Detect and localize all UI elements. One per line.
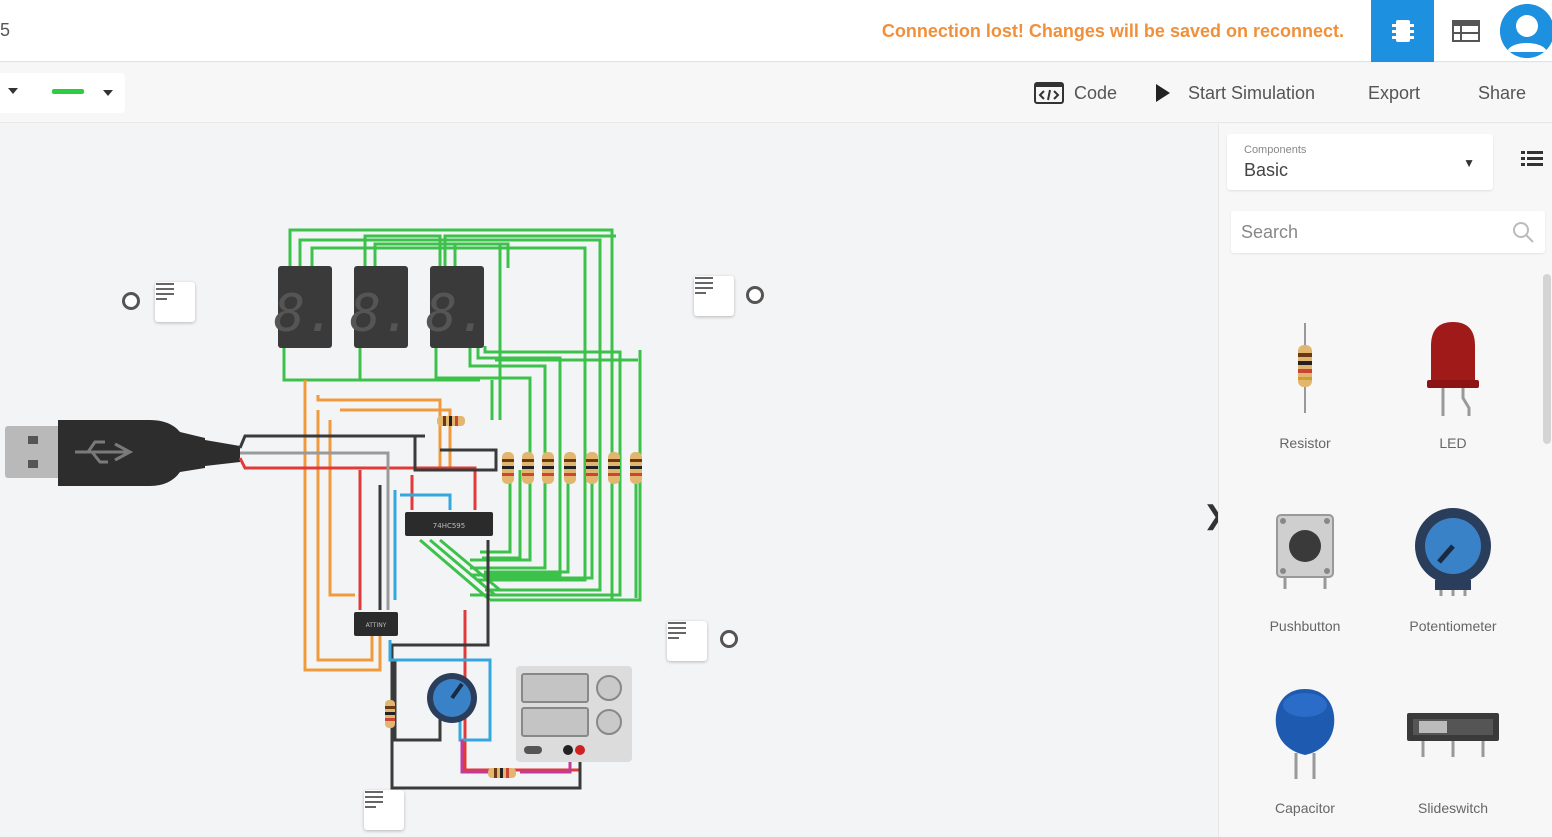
microcontroller-chip[interactable]: ATTINY [354,612,398,636]
code-button-label: Code [1074,82,1118,103]
seven-segment-display-1[interactable]: 8. [274,266,337,348]
component-search[interactable] [1231,211,1545,253]
chevron-down-icon: ▼ [1463,156,1475,170]
user-avatar[interactable] [1500,4,1552,58]
component-label: Capacitor [1275,800,1335,816]
power-module[interactable] [516,666,632,762]
schematic-table-icon [1452,20,1480,42]
note-lines-icon [695,277,713,294]
led-icon [1403,313,1503,423]
components-panel: Components Basic ▼ Resistor LED Pushbutt… [1218,124,1552,837]
potentiometer-icon [1403,496,1503,606]
component-led[interactable]: LED [1383,299,1523,469]
play-icon [1156,84,1170,102]
note-lines-icon [365,791,383,808]
seven-segment-display-2[interactable]: 8. [350,266,413,348]
chip-label: ATTINY [366,622,387,629]
circuit-view-button[interactable] [1371,0,1434,62]
component-resistor[interactable]: Resistor [1235,299,1375,469]
wire-color-dropdown-chevron-icon[interactable] [103,90,113,96]
circuit-canvas[interactable]: 8. 8. 8. 74HC595 ATTINY [0,124,1205,837]
wire-color-swatch[interactable] [52,89,84,94]
component-capacitor[interactable]: Capacitor [1235,664,1375,834]
component-label: LED [1439,435,1467,451]
project-title[interactable]: 5 [0,20,10,41]
potentiometer[interactable] [427,673,477,723]
component-label: Potentiometer [1409,618,1497,634]
note-top-left[interactable] [155,282,195,322]
component-label: Slideswitch [1417,800,1489,816]
seven-segment-display-3[interactable]: 8. [426,266,489,348]
display-digit: 8. [426,284,489,344]
note-anchor-top-left[interactable] [122,292,140,310]
resistor-icon [1255,313,1355,423]
shift-register-chip[interactable]: 74HC595 [405,512,493,536]
components-dropdown[interactable]: Components Basic ▼ [1227,134,1493,190]
component-slideswitch[interactable]: Slideswitch [1383,664,1523,834]
components-dropdown-value: Basic [1244,160,1289,180]
display-digit: 8. [350,284,413,344]
search-input[interactable] [1241,219,1501,245]
breadboard-chip-icon [1391,20,1414,42]
toolbar: Code Start Simulation Export Share [0,63,1552,123]
display-digit: 8. [274,284,337,344]
resistor-small-left[interactable] [385,700,395,728]
circuit-drawing: 8. 8. 8. 74HC595 ATTINY [5,228,642,790]
chevron-down-icon[interactable] [8,88,18,94]
export-label: Export [1368,82,1421,103]
export-button[interactable]: Export [1368,77,1420,109]
usb-cable[interactable] [5,420,240,486]
pushbutton-icon [1255,496,1355,606]
note-anchor-middle-right[interactable] [720,630,738,648]
slideswitch-icon [1403,678,1503,788]
note-anchor-top-right[interactable] [746,286,764,304]
code-button[interactable]: Code [1034,77,1117,109]
schematic-view-button[interactable] [1434,0,1498,62]
note-bottom[interactable] [364,790,404,830]
resistor-small-top[interactable] [437,416,465,426]
component-label: Resistor [1279,435,1331,451]
component-potentiometer[interactable]: Potentiometer [1383,482,1523,652]
panel-scrollbar[interactable] [1543,274,1551,444]
share-button[interactable]: Share [1478,77,1526,109]
note-middle-right[interactable] [667,621,707,661]
component-label: Pushbutton [1269,618,1341,634]
share-label: Share [1478,82,1527,103]
toolbar-left-group [0,73,125,113]
note-lines-icon [156,283,174,300]
grey-wire[interactable] [240,451,390,610]
chip-label: 74HC595 [433,522,465,530]
start-simulation-button[interactable]: Start Simulation [1154,77,1315,109]
components-dropdown-label: Components [1244,144,1307,156]
connection-status-message: Connection lost! Changes will be saved o… [881,21,1344,41]
start-simulation-label: Start Simulation [1188,82,1316,103]
resistor-small-bottom[interactable] [488,768,516,778]
list-view-icon[interactable] [1521,150,1543,173]
top-bar: 5 Connection lost! Changes will be saved… [0,0,1552,62]
component-pushbutton[interactable]: Pushbutton [1235,482,1375,652]
capacitor-icon [1255,678,1355,788]
code-icon [1034,82,1064,104]
search-icon[interactable] [1511,220,1535,244]
note-lines-icon [668,622,686,639]
user-avatar-icon [1500,4,1552,58]
note-top-right[interactable] [694,276,734,316]
